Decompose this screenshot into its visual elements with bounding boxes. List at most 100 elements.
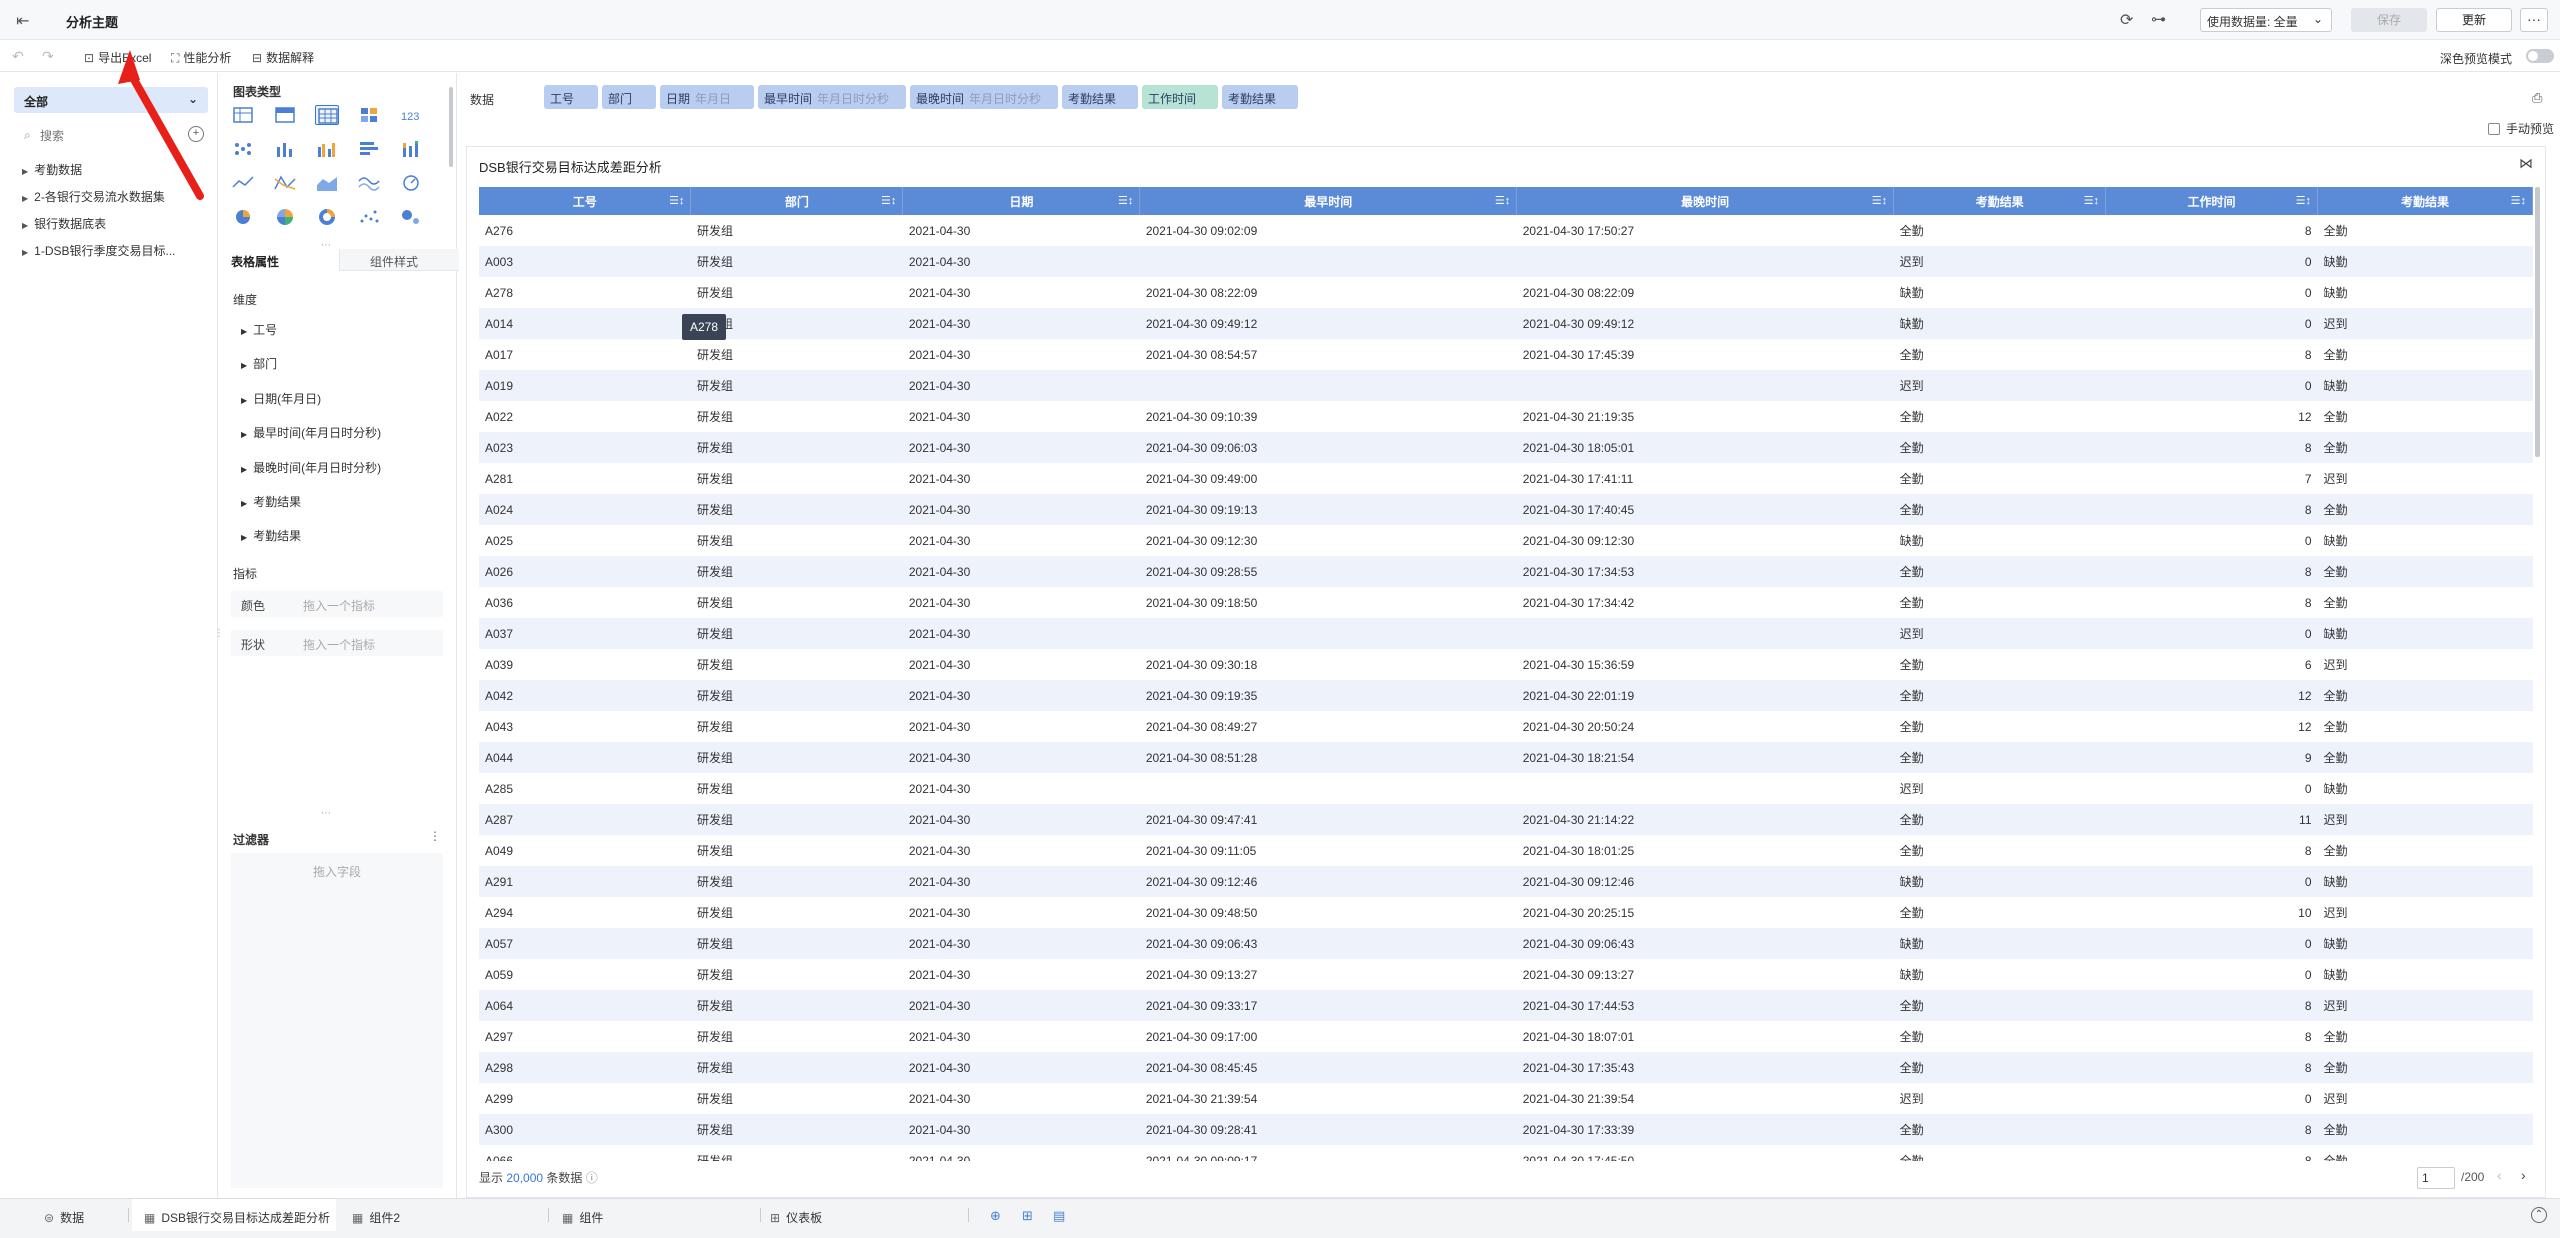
table-cell[interactable]: 2021-04-30 09:47:41 [1139,804,1517,835]
table-cell[interactable]: 2021-04-30 [903,1145,1140,1162]
number-card-icon[interactable]: 123 [399,105,423,125]
table-cell[interactable]: 2021-04-30 [902,246,1140,277]
table-row[interactable]: A023 研发组 2021-04-30 2021-04-30 09:06:03 2021… [479,432,2533,463]
table-cell[interactable]: 研发组 [691,1145,903,1161]
table-cell[interactable]: 8 [2106,215,2318,246]
table-cell[interactable] [1139,370,1517,401]
table-row[interactable]: A044 研发组 2021-04-30 2021-04-30 08:51:28 2021… [479,742,2533,773]
table-cell[interactable]: 2021-04-30 [903,711,1140,742]
table-scrollbar[interactable] [2535,187,2540,457]
table-cell[interactable]: 2021-04-30 [902,680,1140,711]
table-cell[interactable] [1516,618,1894,649]
table-cell[interactable]: 2021-04-30 [903,401,1140,432]
table-cell[interactable]: 2021-04-30 [903,339,1140,370]
table-row[interactable]: A276 研发组 2021-04-30 2021-04-30 09:02:09 2021… [479,215,2533,246]
column-header[interactable]: 日期 ☰↕ [902,187,1141,215]
table-cell[interactable]: 12 [2106,711,2318,742]
table-cell[interactable]: 缺勤 [1893,866,2106,897]
table-cell[interactable]: 研发组 [691,835,903,866]
table-cell[interactable]: 研发组 [690,246,903,277]
table-cell[interactable]: A044 [479,742,691,773]
table-cell[interactable]: 0 [2106,1083,2318,1114]
table-cell[interactable]: 研发组 [690,618,903,649]
column-header[interactable]: 最早时间 ☰↕ [1139,187,1518,215]
table-cell[interactable]: A064 [479,990,691,1021]
field-pill[interactable]: 最晚时间 年月日时分秒 [910,85,1058,109]
sort-icon[interactable]: ☰↕ [1872,194,1887,207]
table-row[interactable]: A014研发组2021-04-302021-04-30 09:49:122021… [479,308,2533,339]
table-cell[interactable]: 2021-04-30 09:48:50 [1140,897,1517,928]
table-cell[interactable]: 研发组 [690,928,903,959]
table-cell[interactable]: 8 [2105,494,2318,525]
table-cell[interactable]: 缺勤 [2318,959,2533,990]
gauge-chart-icon[interactable] [399,173,423,193]
table-cell[interactable]: 2021-04-30 18:07:01 [1517,1021,1894,1052]
table-cell[interactable]: A014 [479,308,691,339]
table-cell[interactable]: 2021-04-30 18:05:01 [1516,432,1894,463]
table-cell[interactable]: 2021-04-30 [902,928,1140,959]
field-pill[interactable]: 考勤结果 [1222,85,1298,109]
undo-icon[interactable]: ↶ [12,48,24,65]
table-cell[interactable]: 研发组 [691,463,903,494]
table-cell[interactable]: 2021-04-30 09:28:41 [1139,1114,1517,1145]
table-cell[interactable]: 8 [2105,1052,2318,1083]
table-cell[interactable]: 0 [2105,928,2318,959]
table-cell[interactable]: 8 [2105,990,2318,1021]
table-cell[interactable]: 2021-04-30 09:10:39 [1140,401,1517,432]
table-cell[interactable]: 2021-04-30 [902,742,1140,773]
column-header[interactable]: 考勤结果 ☰↕ [1893,187,2107,215]
table-cell[interactable]: 迟到 [2317,308,2533,339]
table-cell[interactable]: A042 [479,680,691,711]
dark-mode-toggle[interactable] [2526,49,2554,63]
table-cell[interactable]: 0 [2106,525,2318,556]
table-cell[interactable]: 2021-04-30 [903,773,1140,804]
table-cell[interactable]: 迟到 [1894,773,2106,804]
table-cell[interactable]: A281 [479,463,691,494]
table-cell[interactable]: 2021-04-30 08:45:45 [1139,1052,1517,1083]
table-cell[interactable]: 6 [2106,649,2318,680]
table-cell[interactable]: 缺勤 [2317,866,2533,897]
table-cell[interactable]: 2021-04-30 09:02:09 [1140,215,1517,246]
table-row[interactable]: A066 研发组 2021-04-30 2021-04-30 09:09:17 2021… [479,1145,2533,1162]
table-cell[interactable]: A025 [479,525,691,556]
scatter-chart-icon[interactable] [357,207,381,227]
table-cell[interactable]: A022 [479,401,691,432]
table-cell[interactable]: 缺勤 [2317,618,2533,649]
table-cell[interactable]: 2021-04-30 09:17:00 [1140,1021,1517,1052]
tree-item[interactable]: ▶ 1-DSB银行季度交易目标... [22,242,176,259]
table-cell[interactable]: 研发组 [690,1114,903,1145]
node-icon[interactable]: ⊶ [2151,10,2166,28]
save-button[interactable]: 保存 [2351,8,2427,32]
table-cell[interactable]: 研发组 [691,525,903,556]
table-cell[interactable]: 迟到 [1894,1083,2106,1114]
table-cell[interactable]: 迟到 [1893,246,2106,277]
table-cell[interactable]: 全勤 [2318,711,2533,742]
color-drop-zone[interactable]: 颜色 拖入一个指标 [231,591,443,617]
print-icon[interactable]: ⎙ [2532,90,2542,106]
table-cell[interactable]: 研发组 [690,742,903,773]
table-cell[interactable]: 2021-04-30 08:51:28 [1139,742,1517,773]
table-cell[interactable]: A297 [479,1021,691,1052]
add-report-icon[interactable]: ▤ [1053,1208,1065,1224]
table-cell[interactable]: 全勤 [1893,494,2106,525]
table-row[interactable]: A057 研发组 2021-04-30 2021-04-30 09:06:43 2021… [479,928,2533,959]
table-cell[interactable]: 全勤 [2318,587,2533,618]
table-cell[interactable]: 2021-04-30 [902,1052,1140,1083]
multi-axis-icon[interactable] [273,173,297,193]
table-cell[interactable]: A059 [479,959,691,990]
table-cell[interactable]: 8 [2105,556,2318,587]
table-cell[interactable]: 研发组 [690,866,903,897]
table-cell[interactable]: 2021-04-30 [903,1021,1140,1052]
table-cell[interactable]: 全勤 [1893,804,2106,835]
table-cell[interactable]: 全勤 [2318,835,2533,866]
column-header[interactable]: 工作时间 ☰↕ [2105,187,2318,215]
table-cell[interactable]: 迟到 [2317,990,2533,1021]
table-cell[interactable]: 8 [2106,1145,2318,1162]
table-cell[interactable]: 研发组 [691,897,903,928]
table-cell[interactable]: 全勤 [2317,680,2533,711]
table-cell[interactable]: 全勤 [1893,556,2106,587]
table-cell[interactable]: A298 [479,1052,691,1083]
sort-icon[interactable]: ☰↕ [1118,194,1133,207]
table-cell[interactable]: 2021-04-30 18:01:25 [1517,835,1894,866]
add-dashboard-icon[interactable]: ⊞ [1022,1208,1033,1224]
